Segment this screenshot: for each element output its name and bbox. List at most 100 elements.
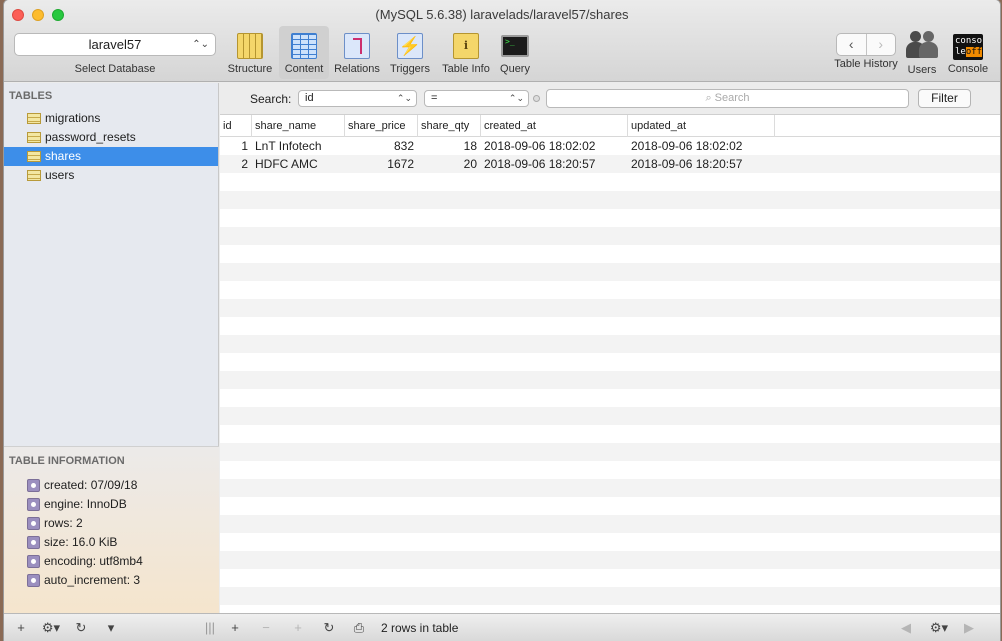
status-dot-icon — [533, 95, 540, 102]
info-item: encoding: utf8mb4 — [4, 552, 219, 571]
table-cell[interactable]: 2018-09-06 18:20:57 — [631, 155, 775, 173]
add-table-icon[interactable]: + — [12, 619, 30, 637]
table-cell[interactable]: 1672 — [345, 155, 418, 173]
column-header[interactable]: created_at — [481, 115, 628, 137]
table-cell[interactable]: 2018-09-06 18:20:57 — [484, 155, 628, 173]
search-field-select[interactable]: id ⌃⌄ — [298, 90, 417, 107]
table-history-label: Table History — [834, 58, 898, 70]
table-cell[interactable]: LnT Infotech — [255, 137, 345, 155]
table-history-label-wrap: Table History — [826, 58, 906, 78]
table-row[interactable] — [220, 209, 1000, 227]
database-select[interactable]: laravel57 ⌃⌄ — [14, 33, 216, 56]
grid-header: id share_name share_price share_qty crea… — [220, 115, 1000, 137]
table-cell[interactable]: 1 — [220, 137, 252, 155]
content-icon — [291, 33, 317, 59]
info-item: engine: InnoDB — [4, 495, 219, 514]
sidebar-item-label: users — [45, 168, 75, 182]
table-row[interactable] — [220, 515, 1000, 533]
relations-label: Relations — [334, 63, 380, 75]
next-page-icon[interactable]: ▶ — [961, 619, 977, 637]
table-row[interactable] — [220, 281, 1000, 299]
table-info-label: Table Info — [442, 63, 490, 75]
table-row[interactable] — [220, 533, 1000, 551]
structure-button[interactable]: Structure — [224, 26, 276, 79]
grid-rows: 1 LnT Infotech 832 18 2018-09-06 18:02:02 201… — [220, 137, 1000, 605]
table-info-button[interactable]: i Table Info — [438, 26, 494, 79]
table-cell[interactable]: 2018-09-06 18:02:02 — [484, 137, 628, 155]
content-button[interactable]: Content — [279, 26, 329, 79]
table-row[interactable] — [220, 551, 1000, 569]
table-row[interactable] — [220, 587, 1000, 605]
table-row[interactable] — [220, 371, 1000, 389]
table-row[interactable] — [220, 425, 1000, 443]
column-header[interactable]: share_name — [252, 115, 345, 137]
refresh-icon[interactable]: ↻ — [72, 619, 90, 637]
info-item: rows: 2 — [4, 514, 219, 533]
previous-page-icon[interactable]: ◀ — [898, 619, 914, 637]
operator-value: = — [431, 92, 438, 104]
splitter-handle[interactable]: ||| — [203, 619, 217, 637]
table-row[interactable] — [220, 461, 1000, 479]
table-cell[interactable]: 18 — [418, 137, 481, 155]
triggers-button[interactable]: ⚡ Triggers — [385, 26, 435, 79]
add-row-icon[interactable]: + — [226, 619, 244, 637]
table-row[interactable] — [220, 245, 1000, 263]
table-row[interactable] — [220, 569, 1000, 587]
sidebar-item-label: password_resets — [45, 130, 136, 144]
table-row[interactable] — [220, 263, 1000, 281]
filter-toggle-icon[interactable]: ▾ — [102, 619, 120, 637]
table-cell[interactable]: HDFC AMC — [255, 155, 345, 173]
table-row[interactable]: 2 HDFC AMC 1672 20 2018-09-06 18:20:57 2018-0… — [220, 155, 1000, 173]
window-title: (MySQL 5.6.38) laravelads/laravel57/shar… — [375, 7, 629, 22]
refresh-icon[interactable]: ↻ — [320, 619, 338, 637]
table-row[interactable] — [220, 407, 1000, 425]
table-row[interactable] — [220, 173, 1000, 191]
back-icon[interactable]: ‹ — [837, 34, 866, 55]
sidebar-item-users[interactable]: users — [4, 166, 218, 185]
filter-button[interactable]: Filter — [918, 89, 971, 108]
table-row[interactable] — [220, 227, 1000, 245]
sidebar-item-migrations[interactable]: migrations — [4, 109, 218, 128]
table-row[interactable]: 1 LnT Infotech 832 18 2018-09-06 18:02:02 201… — [220, 137, 1000, 155]
chevron-updown-icon: ⌃⌄ — [192, 39, 209, 50]
operator-select[interactable]: = ⌃⌄ — [424, 90, 529, 107]
search-input[interactable]: ⌕ Search — [546, 89, 909, 108]
export-icon[interactable]: ⎙ — [350, 619, 368, 637]
column-header[interactable]: share_qty — [418, 115, 481, 137]
table-row[interactable] — [220, 389, 1000, 407]
sidebar-item-shares[interactable]: shares — [4, 147, 218, 166]
table-cell[interactable]: 2018-09-06 18:02:02 — [631, 137, 775, 155]
filter-bar: Search: id ⌃⌄ = ⌃⌄ ⌕ Search Filter — [220, 83, 1000, 115]
info-bullet-icon — [27, 479, 40, 492]
structure-label: Structure — [227, 63, 273, 75]
duplicate-row-icon[interactable]: + — [289, 619, 307, 637]
table-row[interactable] — [220, 479, 1000, 497]
column-header[interactable]: share_price — [345, 115, 418, 137]
table-row[interactable] — [220, 335, 1000, 353]
gear-icon[interactable]: ⚙▾ — [926, 619, 952, 637]
console-icon-text1: conso — [955, 36, 983, 46]
table-row[interactable] — [220, 497, 1000, 515]
table-row[interactable] — [220, 299, 1000, 317]
table-icon — [27, 113, 41, 124]
users-button[interactable]: Users — [904, 26, 940, 79]
relations-button[interactable]: Relations — [332, 26, 382, 79]
remove-row-icon[interactable]: − — [257, 619, 275, 637]
table-row[interactable] — [220, 191, 1000, 209]
query-button[interactable]: >_ Query — [497, 26, 533, 79]
table-information-heading: TABLE INFORMATION — [9, 455, 125, 467]
table-cell[interactable]: 20 — [418, 155, 481, 173]
info-text: rows: 2 — [44, 516, 83, 530]
info-bullet-icon — [27, 498, 40, 511]
sidebar-item-password-resets[interactable]: password_resets — [4, 128, 218, 147]
table-cell[interactable]: 2 — [220, 155, 252, 173]
table-row[interactable] — [220, 317, 1000, 335]
table-row[interactable] — [220, 353, 1000, 371]
table-row[interactable] — [220, 443, 1000, 461]
forward-icon[interactable]: › — [865, 34, 896, 55]
column-header[interactable]: updated_at — [628, 115, 775, 137]
gear-icon[interactable]: ⚙▾ — [38, 619, 64, 637]
column-header[interactable]: id — [220, 115, 252, 137]
console-button[interactable]: conso leoff Console — [944, 26, 992, 79]
table-cell[interactable]: 832 — [345, 137, 418, 155]
